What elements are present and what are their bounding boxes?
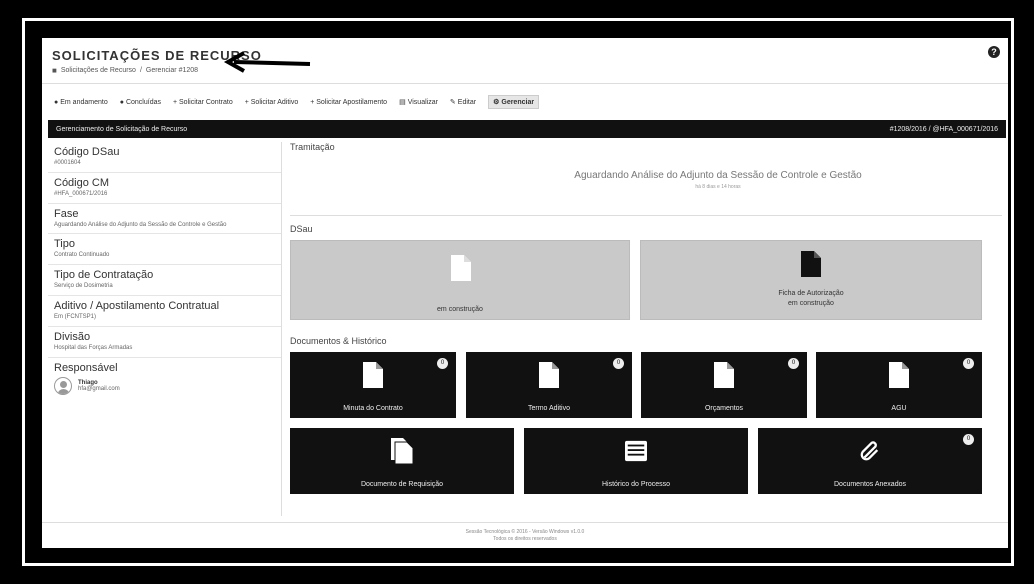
count-badge: 0 xyxy=(963,434,974,445)
circle-icon: ● xyxy=(119,98,124,106)
tile-documento-requisicao[interactable]: Documento de Requisição xyxy=(290,428,514,494)
tile-minuta-contrato[interactable]: 0 Minuta do Contrato xyxy=(290,352,456,418)
field-responsavel: Responsável Thiago hfa@gmail.com xyxy=(48,358,281,399)
field-tipo: Tipo Contrato Continuado xyxy=(48,234,281,266)
footer-line-2: Todos os direitos reservados xyxy=(493,536,557,542)
tile-documentos-anexados[interactable]: 0 Documentos Anexados xyxy=(758,428,982,494)
pencil-icon: ✎ xyxy=(449,99,456,106)
document-icon xyxy=(714,362,734,388)
field-divisao: Divisão Hospital das Forças Armadas xyxy=(48,327,281,358)
tramitacao-title: Tramitação xyxy=(290,142,335,152)
tramitacao-section: Tramitação Aguardando Análise do Adjunto… xyxy=(290,142,1002,216)
count-badge: 0 xyxy=(963,358,974,369)
page-footer: Sessão Tecnológica © 2016 - Versão Windo… xyxy=(42,522,1008,548)
toolbar-editar[interactable]: ✎ Editar xyxy=(449,98,476,107)
view-icon: ▤ xyxy=(399,99,406,106)
question-icon[interactable]: ? xyxy=(988,46,1000,58)
paperclip-icon xyxy=(860,441,879,461)
arrow-annotation-icon xyxy=(223,51,311,73)
gear-icon: ⚙ xyxy=(493,99,500,106)
ficha-autorizacao-tile[interactable]: Ficha de Autorização em construção xyxy=(640,240,982,320)
tramitacao-status: Aguardando Análise do Adjunto da Sessão … xyxy=(574,170,862,181)
document-icon xyxy=(889,362,909,388)
toolbar-concluidas[interactable]: ● Concluídas xyxy=(120,99,161,106)
footer-line-1: Sessão Tecnológica © 2016 - Versão Windo… xyxy=(465,529,585,535)
responsible-email[interactable]: hfa@gmail.com xyxy=(78,386,120,392)
count-badge: 0 xyxy=(788,358,799,369)
main-content: Tramitação Aguardando Análise do Adjunto… xyxy=(290,142,1002,516)
dsau-em-construcao-tile[interactable]: em construção xyxy=(290,240,630,320)
home-icon[interactable]: ■ xyxy=(52,66,57,75)
breadcrumb-item: Gerenciar #1208 xyxy=(145,67,199,74)
tile-orcamentos[interactable]: 0 Orçamentos xyxy=(641,352,807,418)
documentos-title: Documentos & Histórico xyxy=(290,336,387,346)
toolbar-em-andamento[interactable]: ● Em andamento xyxy=(54,99,108,106)
details-sidebar: Código DSau #0001604 Código CM #HFA_000671… xyxy=(48,142,282,516)
breadcrumb-item[interactable]: Solicitações de Recurso xyxy=(61,67,136,74)
avatar xyxy=(54,376,72,395)
breadcrumb: ■ Solicitações de Recurso / Gerenciar #1… xyxy=(52,66,199,75)
page-header: SOLICITAÇÕES DE RECURSO ■ Solicitações d… xyxy=(42,38,1008,84)
toolbar-solicitar-aditivo[interactable]: + Solicitar Aditivo xyxy=(245,99,299,106)
tile-termo-aditivo[interactable]: 0 Termo Aditivo xyxy=(466,352,632,418)
toolbar-visualizar[interactable]: ▤ Visualizar xyxy=(399,98,438,107)
list-icon xyxy=(625,440,647,462)
toolbar-gerenciar[interactable]: ⚙ Gerenciar xyxy=(488,95,540,109)
field-fase: Fase Aguardando Análise do Adjunto da Ses… xyxy=(48,204,281,235)
documents-stack-icon xyxy=(391,438,413,464)
field-codigo-cm: Código CM #HFA_000671/2016 xyxy=(48,173,281,204)
toolbar-solicitar-apostilamento[interactable]: + Solicitar Apostilamento xyxy=(310,99,387,106)
dsau-title: DSau xyxy=(290,224,313,234)
toolbar: ● Em andamento ● Concluídas + Solicitar Co… xyxy=(42,92,1008,112)
app-page: SOLICITAÇÕES DE RECURSO ■ Solicitações d… xyxy=(42,38,1008,548)
circle-icon: ● xyxy=(54,98,59,106)
document-icon xyxy=(801,251,821,277)
field-codigo-dsau: Código DSau #0001604 xyxy=(48,142,281,173)
dsau-section: DSau em construção Ficha de Autorização … xyxy=(290,224,1002,322)
toolbar-solicitar-contrato[interactable]: + Solicitar Contrato xyxy=(173,99,233,106)
documentos-section: Documentos & Histórico 0 Minuta do Contr… xyxy=(290,336,1002,516)
count-badge: 0 xyxy=(613,358,624,369)
section-header-code: #1208/2016 / @HFA_000671/2016 xyxy=(889,125,998,133)
tile-agu[interactable]: 0 AGU xyxy=(816,352,982,418)
tramitacao-time: há 8 dias e 14 horas xyxy=(695,184,741,190)
document-icon xyxy=(451,255,471,281)
count-badge: 0 xyxy=(437,358,448,369)
document-icon xyxy=(539,362,559,388)
section-header-bar: Gerenciamento de Solicitação de Recurso … xyxy=(48,120,1006,138)
tile-historico-processo[interactable]: Histórico do Processo xyxy=(524,428,748,494)
field-aditivo: Aditivo / Apostilamento Contratual Em (FC… xyxy=(48,296,281,327)
field-tipo-contratacao: Tipo de Contratação Serviço de Dosimetria xyxy=(48,265,281,296)
document-icon xyxy=(363,362,383,388)
section-header-title: Gerenciamento de Solicitação de Recurso xyxy=(56,125,188,133)
